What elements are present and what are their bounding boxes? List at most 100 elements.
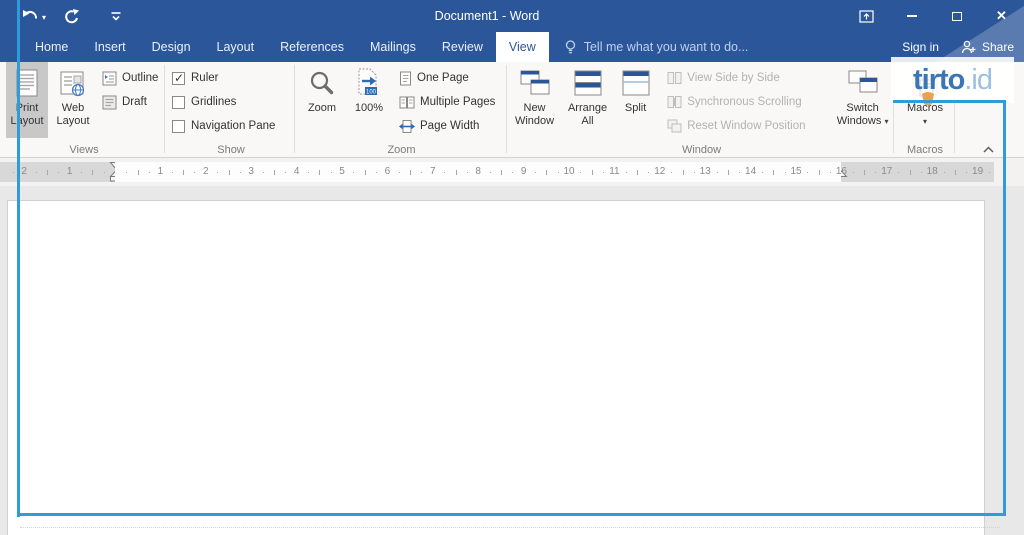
split-label: Split	[624, 102, 647, 114]
customize-quick-access-button[interactable]	[110, 0, 122, 32]
one-page-button[interactable]: One Page	[399, 66, 495, 90]
highlight-border-left	[17, 0, 20, 517]
title-bar: ▾ Document1 - Word ✕	[0, 0, 1024, 32]
ruler-tick	[307, 172, 309, 173]
one-page-label: One Page	[417, 72, 469, 84]
ruler-tick	[830, 172, 832, 173]
ruler-tick	[466, 172, 468, 173]
faint-dotted-line	[20, 527, 1000, 528]
ruler-tick	[137, 170, 139, 175]
ruler-tick	[864, 170, 866, 175]
new-window-icon	[520, 66, 550, 100]
ruler-tick	[194, 172, 196, 173]
ruler-tick	[228, 170, 230, 175]
group-label-show: Show	[217, 144, 245, 156]
zoom-icon	[309, 66, 335, 100]
ruler-tick	[648, 172, 650, 173]
tirto-watermark: tirto.id	[891, 57, 1014, 106]
redo-icon	[65, 8, 80, 23]
draft-button[interactable]: Draft	[102, 90, 158, 114]
tab-review[interactable]: Review	[429, 32, 496, 62]
document-area	[0, 186, 1024, 535]
ruler-number: 5	[339, 166, 345, 177]
tab-layout[interactable]: Layout	[204, 32, 268, 62]
ruler-number: 16	[835, 166, 847, 177]
ruler-tick	[410, 170, 412, 175]
ruler-tick	[773, 170, 775, 175]
ruler-tick	[852, 172, 854, 173]
zoom-button[interactable]: Zoom	[299, 62, 345, 138]
lightbulb-icon	[565, 39, 575, 53]
ruler-tick	[46, 170, 48, 175]
multiple-pages-icon	[399, 96, 415, 108]
ruler-tick	[637, 170, 639, 175]
navigation-pane-checkbox-row[interactable]: Navigation Pane	[172, 114, 292, 138]
highlight-border-top-right	[893, 100, 1006, 103]
navigation-pane-checkbox[interactable]	[172, 119, 185, 133]
undo-icon	[23, 10, 37, 19]
zoom-100-button[interactable]: 100 100%	[347, 62, 391, 138]
multiple-pages-label: Multiple Pages	[420, 96, 496, 108]
ruler-row: 2 1 1 2 3 4 5 6 7 8 9 10 11 12 13 14 15 16 17 18 19	[0, 158, 1024, 186]
draft-icon	[102, 95, 117, 109]
print-layout-label: Print Layout	[10, 102, 44, 127]
multiple-pages-button[interactable]: Multiple Pages	[399, 90, 495, 114]
tab-view[interactable]: View	[495, 32, 549, 62]
group-separator	[506, 65, 507, 153]
undo-button[interactable]: ▾	[22, 0, 46, 32]
ruler-tick	[149, 172, 151, 173]
group-zoom: Zoom 100 100% One Page Multiple Pages Pa…	[299, 62, 504, 157]
ruler-number: 6	[384, 166, 391, 177]
tab-design[interactable]: Design	[139, 32, 204, 62]
reset-window-position-label: Reset Window Position	[687, 120, 806, 132]
ruler-tick	[171, 172, 173, 173]
ruler-tick	[534, 172, 536, 173]
split-button[interactable]: Split	[616, 62, 655, 138]
switch-windows-button[interactable]: Switch Windows ▾	[832, 62, 893, 138]
ribbon-display-options-icon	[859, 9, 874, 23]
undo-dropdown-icon[interactable]: ▾	[42, 13, 46, 22]
ruler-number: 7	[430, 166, 436, 177]
web-layout-button[interactable]: Web Layout	[50, 62, 96, 138]
ruler-tick	[625, 172, 627, 173]
tell-me-box[interactable]: Tell me what you want to do...	[565, 32, 748, 62]
tab-insert[interactable]: Insert	[81, 32, 138, 62]
ruler-checkbox[interactable]	[172, 71, 185, 85]
redo-button[interactable]	[64, 0, 80, 32]
minimize-icon	[906, 15, 917, 17]
maximize-button[interactable]	[934, 0, 979, 32]
arrange-all-button[interactable]: Arrange All	[561, 62, 614, 138]
ruler-tick	[376, 172, 378, 173]
outline-button[interactable]: Outline	[102, 66, 158, 90]
sign-in-button[interactable]: Sign in	[902, 40, 939, 54]
gridlines-checkbox[interactable]	[172, 95, 185, 109]
ruler-tick	[920, 172, 922, 173]
arrange-all-icon	[574, 66, 602, 100]
ruler-number: 4	[293, 166, 300, 177]
reset-window-position-button[interactable]: Reset Window Position	[667, 114, 822, 138]
group-window: New Window Arrange All Split View Side b…	[510, 62, 893, 157]
ribbon-tab-bar: Home Insert Design Layout References Mai…	[0, 32, 1024, 62]
macros-dropdown-icon: ▾	[922, 116, 927, 126]
synchronous-scrolling-button[interactable]: Synchronous Scrolling	[667, 90, 822, 114]
view-side-by-side-button[interactable]: View Side by Side	[667, 66, 822, 90]
print-layout-button[interactable]: Print Layout	[6, 62, 48, 138]
ribbon-display-options-button[interactable]	[844, 0, 889, 32]
switch-windows-dropdown-icon: ▾	[884, 116, 889, 126]
ruler-checkbox-row[interactable]: Ruler	[172, 66, 292, 90]
new-window-button[interactable]: New Window	[510, 62, 559, 138]
document-page[interactable]	[7, 200, 985, 535]
highlight-border-right	[1003, 100, 1006, 516]
gridlines-checkbox-row[interactable]: Gridlines	[172, 90, 292, 114]
ruler-tick	[943, 172, 945, 173]
switch-windows-icon	[848, 66, 878, 100]
collapse-ribbon-button[interactable]	[976, 142, 1000, 156]
tab-home[interactable]: Home	[22, 32, 81, 62]
tab-mailings[interactable]: Mailings	[357, 32, 429, 62]
minimize-button[interactable]	[889, 0, 934, 32]
ruler-tick	[580, 172, 582, 173]
ruler-tick	[512, 172, 514, 173]
tab-references[interactable]: References	[267, 32, 357, 62]
draft-label: Draft	[122, 96, 147, 108]
page-width-button[interactable]: Page Width	[399, 114, 495, 138]
